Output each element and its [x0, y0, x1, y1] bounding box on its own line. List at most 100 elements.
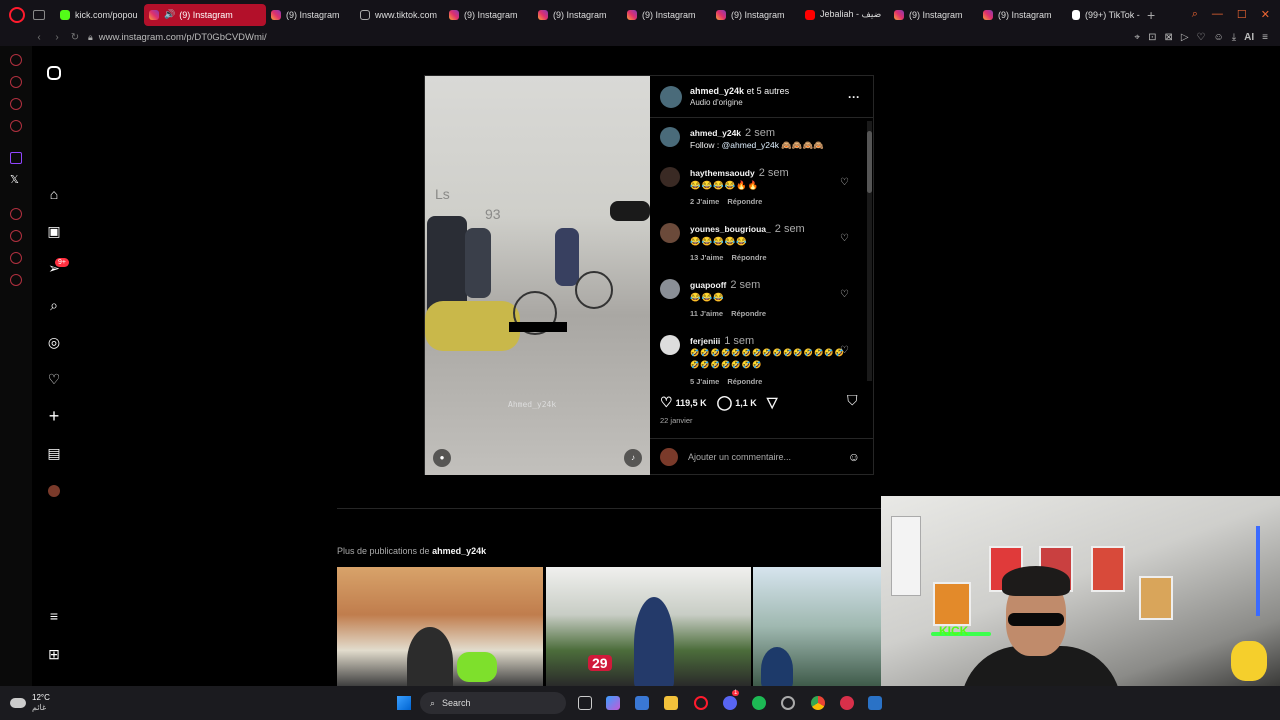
close-icon[interactable]: ✕	[1261, 8, 1270, 21]
menu-icon[interactable]: ≡	[1262, 32, 1268, 43]
snapshot-icon[interactable]: ⊡	[1148, 32, 1156, 43]
create-icon[interactable]: +	[46, 407, 62, 425]
audio-label[interactable]: Audio d'origine	[690, 97, 789, 108]
opera-logo-icon[interactable]	[9, 6, 25, 23]
browser-tab[interactable]: kick.com/popou	[55, 4, 144, 26]
like-comment-heart-icon[interactable]: ♡	[840, 177, 849, 188]
instagram-logo-icon[interactable]	[47, 66, 61, 80]
chrome-icon[interactable]	[811, 696, 825, 710]
menu-icon[interactable]: ≡	[46, 608, 62, 624]
sidebar-app-icon[interactable]	[10, 252, 22, 264]
sidebar-app-icon[interactable]	[10, 54, 22, 66]
post-thumbnail[interactable]	[337, 567, 543, 686]
mute-icon[interactable]: ♪	[624, 449, 642, 467]
post-thumbnail[interactable]	[753, 567, 881, 686]
history-icon[interactable]	[10, 230, 22, 242]
search-icon[interactable]: ⌕	[46, 297, 62, 313]
adblock-icon[interactable]: ⊠	[1164, 32, 1172, 43]
browser-tab[interactable]: Jebaliah - ضيف	[800, 4, 889, 26]
sidebar-app-icon[interactable]	[10, 98, 22, 110]
share-icon[interactable]: ▽	[767, 394, 778, 411]
store-icon[interactable]	[635, 696, 649, 710]
comment-likes[interactable]: 11 J'aime	[690, 309, 723, 318]
discord-icon[interactable]	[723, 696, 737, 710]
taskbar-search[interactable]: ⌕ Search	[420, 692, 566, 714]
browser-tab[interactable]: (9) Instagram	[978, 4, 1067, 26]
windows-start-icon[interactable]	[397, 696, 411, 710]
browser-tab[interactable]: (99+) TikTok - M	[1067, 4, 1141, 26]
comment-username[interactable]: haythemsaoudy	[690, 168, 755, 178]
home-icon[interactable]: ⌂	[46, 186, 62, 202]
like-comment-heart-icon[interactable]: ♡	[840, 289, 849, 300]
dashboard-icon[interactable]: ▤	[46, 445, 62, 461]
reply-button[interactable]: Répondre	[727, 377, 762, 385]
tab-manager-icon[interactable]	[33, 9, 45, 20]
caption-username[interactable]: ahmed_y24k	[690, 128, 741, 138]
reply-button[interactable]: Répondre	[731, 309, 766, 318]
spotify-icon[interactable]	[752, 696, 766, 710]
user-tag-icon[interactable]: ●	[433, 449, 451, 467]
weather-widget[interactable]: 12°C غائم	[10, 693, 50, 713]
maximize-icon[interactable]: ☐	[1237, 8, 1247, 21]
post-thumbnail[interactable]: 29	[546, 567, 751, 686]
sidebar-app-icon[interactable]	[10, 208, 22, 220]
comments-scrollbar[interactable]	[867, 121, 872, 381]
commenter-avatar[interactable]	[660, 223, 680, 243]
reels-icon[interactable]: ▣	[46, 223, 62, 239]
search-tabs-icon[interactable]: ⌕	[1192, 8, 1198, 21]
comment-username[interactable]: ferjeniii	[690, 336, 720, 346]
comment-input[interactable]	[688, 452, 828, 462]
caption-mention-link[interactable]: @ahmed_y24k	[722, 140, 779, 150]
comments-count[interactable]: 1,1 K	[735, 398, 757, 408]
browser-tab[interactable]: (9) Instagram	[444, 4, 533, 26]
likes-count[interactable]: 119,5 K	[676, 398, 707, 408]
copilot-icon[interactable]	[606, 696, 620, 710]
play-icon[interactable]: ▷	[1181, 32, 1189, 43]
browser-tab[interactable]: (9) Instagram	[622, 4, 711, 26]
post-video[interactable]: Ls 93 Ahmed_y24k ● ♪	[425, 76, 650, 475]
comment-likes[interactable]: 2 J'aime	[690, 197, 719, 206]
reply-button[interactable]: Répondre	[727, 197, 762, 206]
more-posts-username[interactable]: ahmed_y24k	[432, 546, 486, 556]
sidebar-app-icon[interactable]	[10, 76, 22, 88]
x-icon[interactable]: 𝕏	[10, 174, 22, 186]
app-icon[interactable]	[840, 696, 854, 710]
browser-tab-active[interactable]: 🔊 (9) Instagram	[144, 3, 266, 26]
comment-likes[interactable]: 5 J'aime	[690, 377, 719, 385]
app-icon[interactable]	[868, 696, 882, 710]
author-avatar[interactable]	[660, 85, 682, 108]
commenter-avatar[interactable]	[660, 279, 680, 299]
opera-taskbar-icon[interactable]	[694, 696, 708, 710]
scrollbar-thumb[interactable]	[867, 131, 872, 193]
settings-gear-icon[interactable]	[781, 696, 795, 710]
collab-others[interactable]: et 5 autres	[747, 86, 790, 96]
notifications-heart-icon[interactable]: ♡	[46, 371, 62, 387]
forward-icon[interactable]: ›	[48, 32, 66, 43]
comment-likes[interactable]: 13 J'aime	[690, 253, 723, 262]
more-icon[interactable]: ⊞	[46, 646, 62, 662]
heart-icon[interactable]: ♡	[1197, 32, 1206, 43]
minimize-icon[interactable]: —	[1212, 8, 1223, 21]
browser-tab[interactable]: (9) Instagram	[889, 4, 978, 26]
browser-tab[interactable]: (9) Instagram	[266, 4, 355, 26]
profile-avatar[interactable]	[48, 485, 60, 497]
bookmark-icon[interactable]: ⛉	[847, 392, 858, 409]
like-comment-heart-icon[interactable]: ♡	[840, 233, 849, 244]
reload-icon[interactable]: ↻	[66, 32, 84, 43]
comment-icon[interactable]: ◯	[717, 394, 733, 411]
download-icon[interactable]: ⤓	[1232, 32, 1236, 43]
reply-button[interactable]: Répondre	[731, 253, 766, 262]
new-tab-button[interactable]: +	[1147, 7, 1155, 23]
comment-username[interactable]: younes_bougrioua_	[690, 224, 771, 234]
sidebar-app-icon[interactable]	[10, 120, 22, 132]
browser-tab[interactable]: (9) Instagram	[711, 4, 800, 26]
commenter-avatar[interactable]	[660, 167, 680, 187]
ai-button[interactable]: AI	[1244, 32, 1254, 43]
browser-tab[interactable]: (9) Instagram	[533, 4, 622, 26]
file-explorer-icon[interactable]	[664, 696, 678, 710]
back-icon[interactable]: ‹	[30, 32, 48, 43]
comment-username[interactable]: guapooff	[690, 280, 726, 290]
like-comment-heart-icon[interactable]: ♡	[840, 345, 849, 356]
author-avatar[interactable]	[660, 127, 680, 147]
like-heart-icon[interactable]: ♡	[660, 394, 673, 411]
